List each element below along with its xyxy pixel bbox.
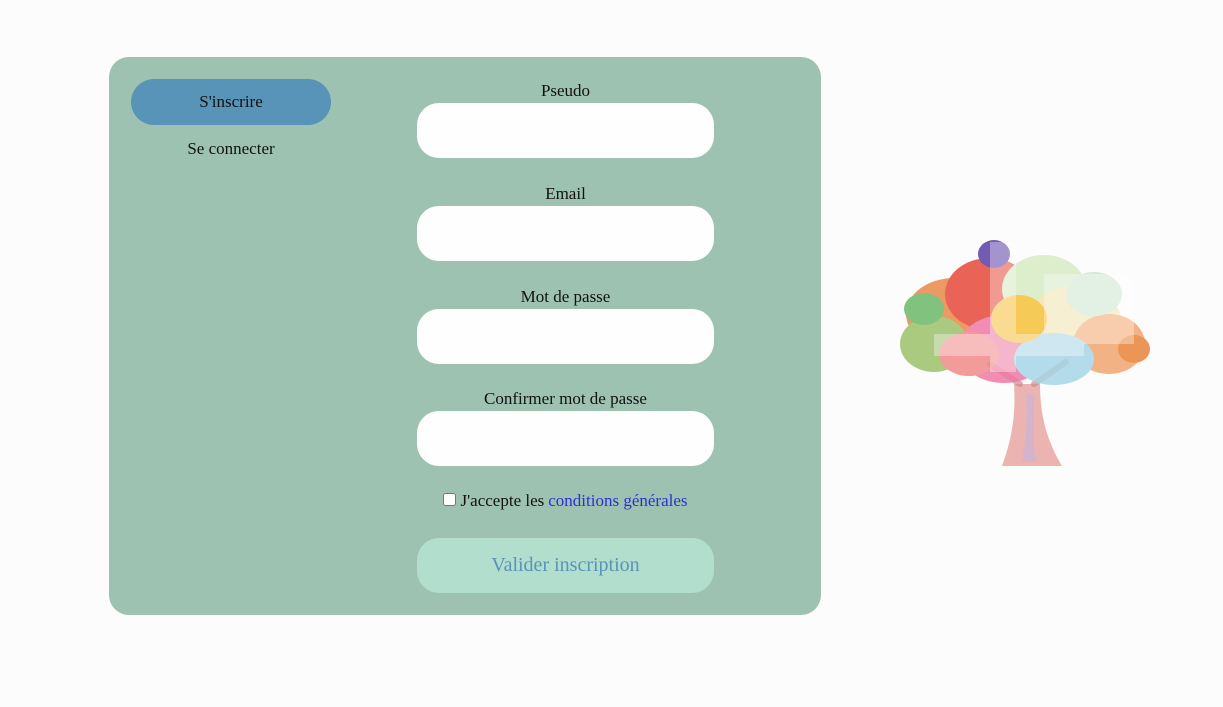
password-label: Mot de passe — [520, 287, 611, 306]
pseudo-input[interactable] — [417, 103, 714, 158]
confirm-password-input[interactable] — [417, 411, 714, 466]
email-label: Email — [545, 184, 586, 203]
password-input[interactable] — [417, 309, 714, 364]
submit-registration-button[interactable]: Valider inscription — [417, 538, 714, 593]
email-input[interactable] — [417, 206, 714, 261]
tab-register[interactable]: S'inscrire — [131, 79, 331, 125]
pseudo-label: Pseudo — [540, 81, 591, 100]
terms-checkbox[interactable] — [443, 492, 457, 506]
terms-link[interactable]: conditions générales — [548, 491, 687, 511]
terms-row: J'accepte les conditions générales — [417, 491, 714, 511]
terms-prefix: J'accepte les — [460, 491, 545, 510]
colorful-tree-icon — [900, 240, 1150, 466]
tab-login[interactable]: Se connecter — [131, 137, 331, 161]
registration-panel: S'inscrire Se connecter Pseudo Email Mot… — [109, 57, 821, 615]
confirm-password-label: Confirmer mot de passe — [484, 389, 647, 408]
